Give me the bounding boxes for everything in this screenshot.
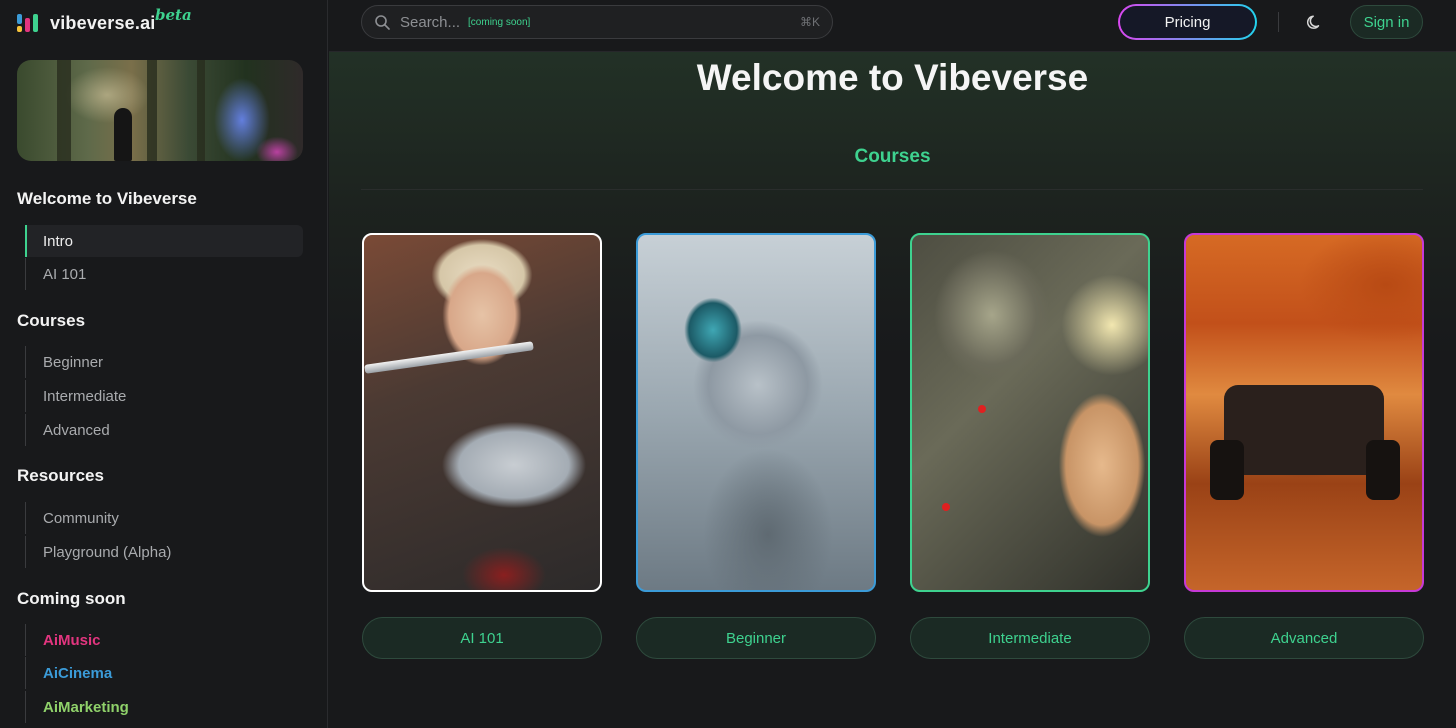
sidebar-item-aimusic[interactable]: AiMusic [25, 624, 303, 656]
course-button-ai-101[interactable]: AI 101 [362, 617, 602, 659]
sidebar-item-advanced[interactable]: Advanced [25, 414, 303, 446]
search-icon [374, 14, 390, 30]
beta-badge: beta [155, 6, 192, 24]
sidebar-section-courses: Courses [17, 311, 86, 330]
section-divider [361, 189, 1423, 190]
sidebar-section-coming-soon: Coming soon [17, 589, 126, 608]
search-placeholder: Search... [400, 13, 461, 31]
search-input[interactable]: Search... [coming soon] ⌘K [361, 5, 833, 39]
course-card-beginner[interactable] [636, 233, 876, 592]
sidebar-item-ai-101[interactable]: AI 101 [25, 258, 303, 290]
sidebar: vibeverse.ai beta Welcome to Vibeverse I… [0, 0, 328, 728]
sidebar-item-intermediate[interactable]: Intermediate [25, 380, 303, 412]
sign-in-button[interactable]: Sign in [1350, 5, 1423, 39]
sidebar-item-playground[interactable]: Playground (Alpha) [25, 536, 303, 568]
sidebar-item-intro[interactable]: Intro [25, 225, 303, 257]
sidebar-item-aimarketing[interactable]: AiMarketing [25, 691, 303, 723]
moon-icon[interactable] [1306, 13, 1324, 31]
course-card-advanced[interactable] [1184, 233, 1424, 592]
page-title: Welcome to Vibeverse [696, 57, 1089, 98]
pricing-button[interactable]: Pricing [1118, 4, 1257, 40]
sidebar-item-community[interactable]: Community [25, 502, 303, 534]
course-button-beginner[interactable]: Beginner [636, 617, 876, 659]
logo[interactable]: vibeverse.ai beta [17, 6, 192, 36]
sidebar-banner-image [17, 60, 303, 161]
sidebar-item-aicinema[interactable]: AiCinema [25, 657, 303, 689]
logo-text: vibeverse.ai [50, 12, 156, 33]
logo-icon [17, 12, 39, 34]
header-divider [1278, 12, 1279, 32]
course-button-intermediate[interactable]: Intermediate [910, 617, 1150, 659]
sidebar-section-welcome: Welcome to Vibeverse [17, 189, 197, 208]
courses-heading: Courses [854, 146, 931, 167]
sidebar-item-beginner[interactable]: Beginner [25, 346, 303, 378]
search-shortcut: ⌘K [799, 15, 820, 29]
course-button-advanced[interactable]: Advanced [1184, 617, 1424, 659]
pricing-label: Pricing [1120, 6, 1255, 38]
course-card-intermediate[interactable] [910, 233, 1150, 592]
sidebar-section-resources: Resources [17, 466, 104, 485]
search-coming-soon: [coming soon] [468, 16, 531, 28]
course-card-ai-101[interactable] [362, 233, 602, 592]
